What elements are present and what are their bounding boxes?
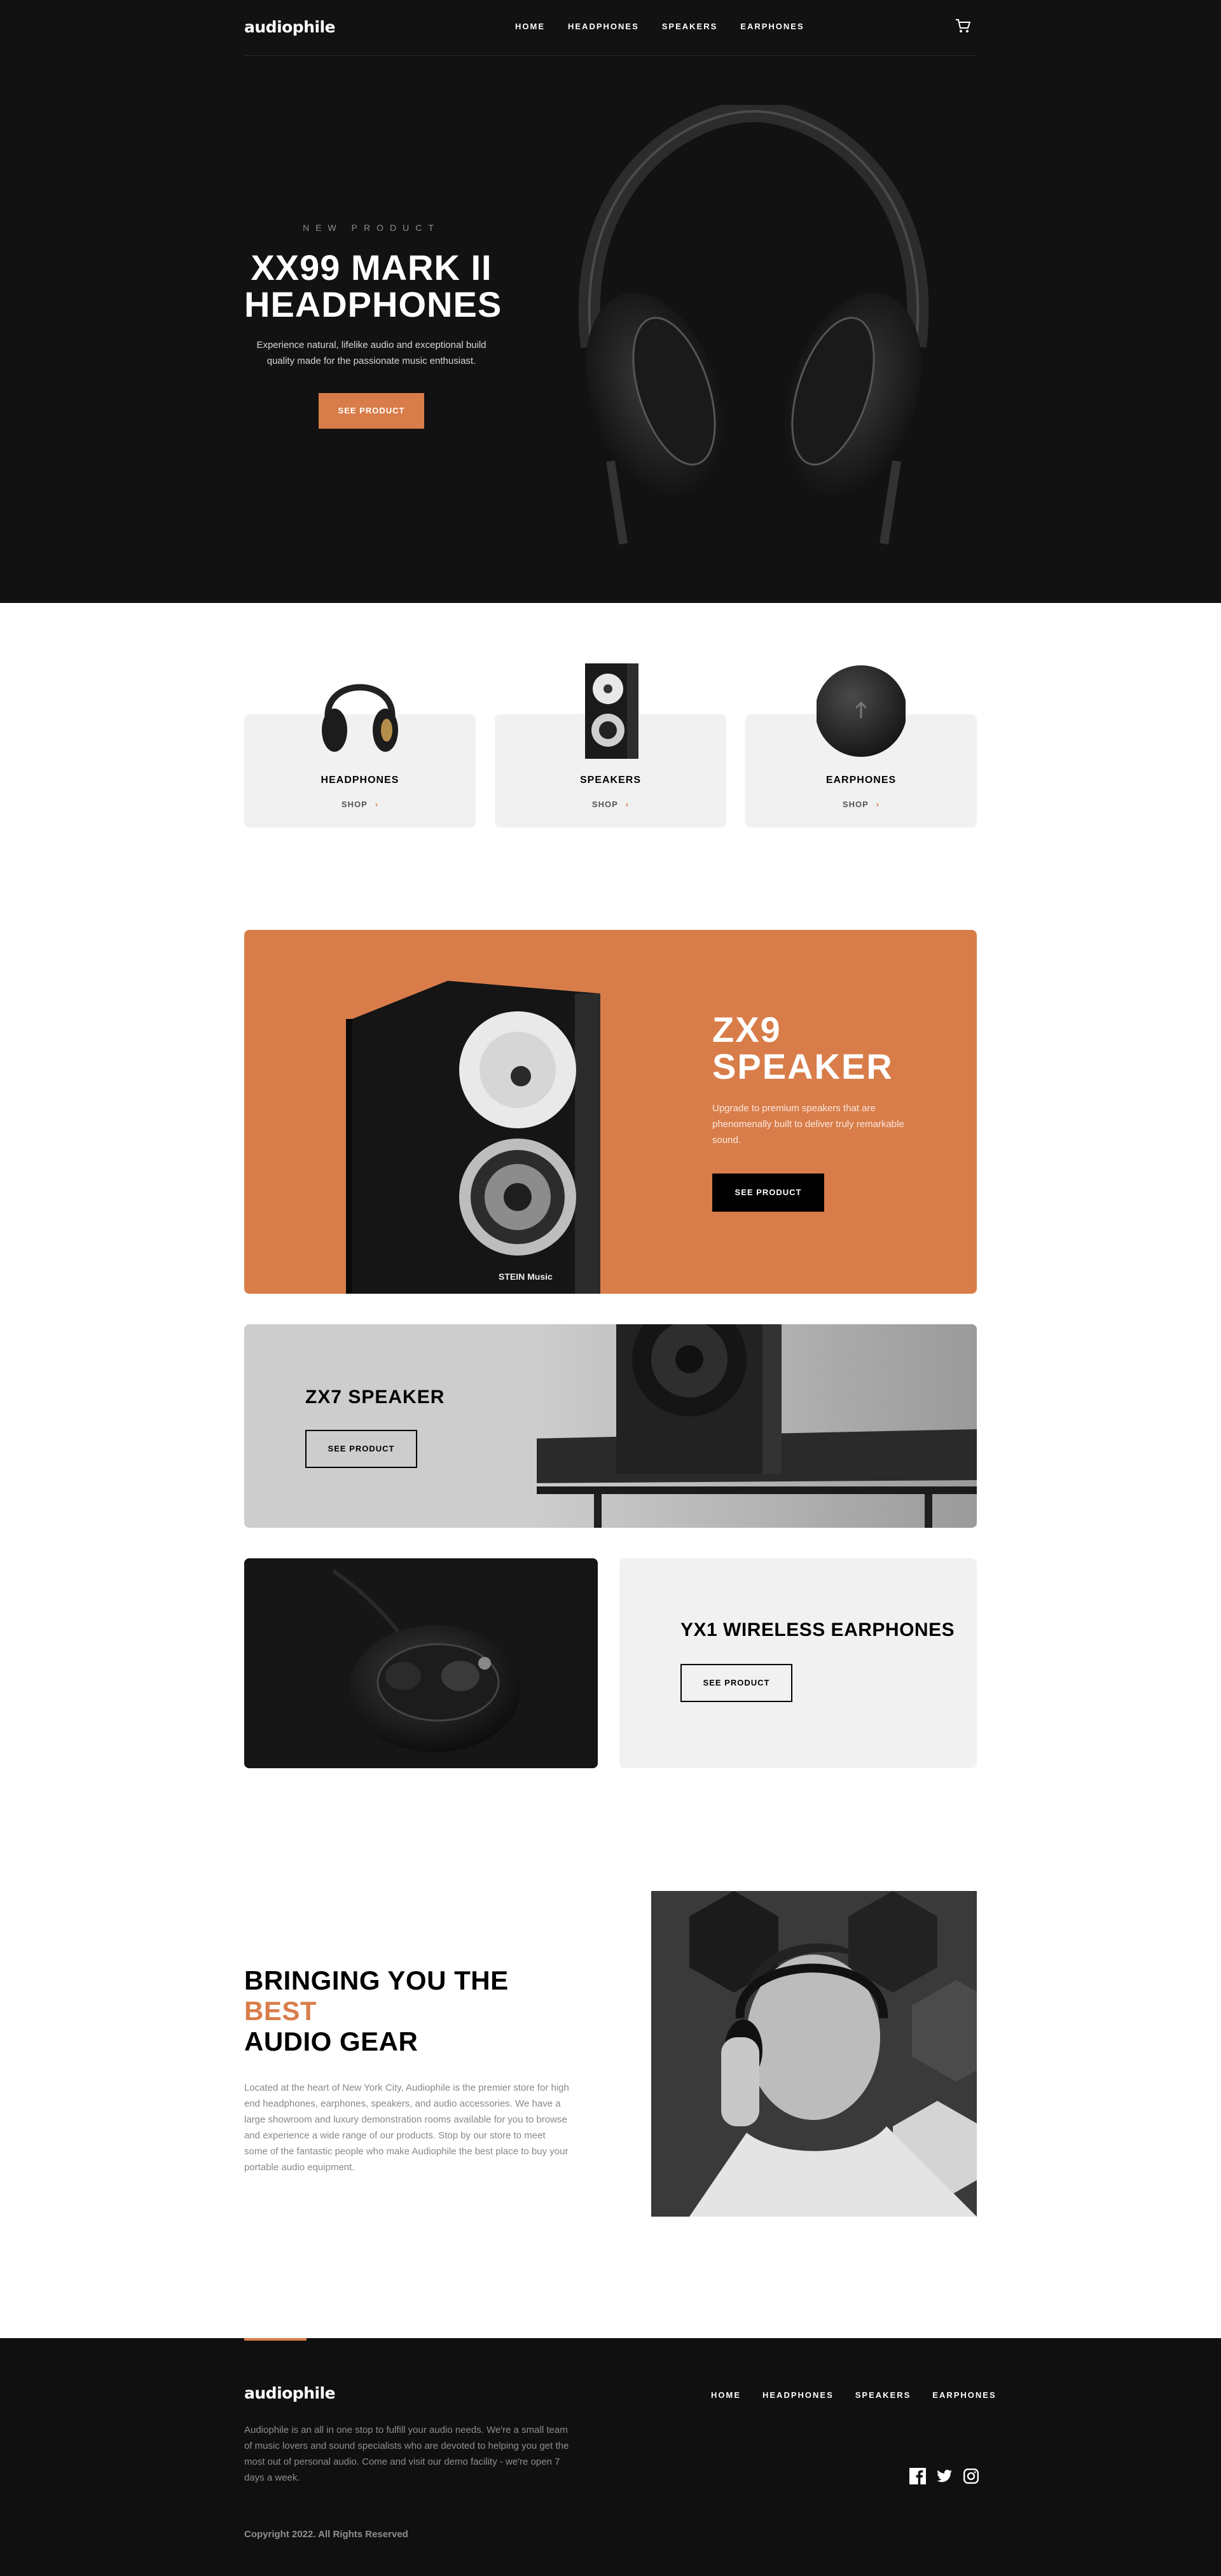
twitter-icon[interactable] — [936, 2468, 953, 2484]
chevron-right-icon: › — [375, 800, 379, 809]
zx7-feature-card: ZX7 SPEAKER SEE PRODUCT — [244, 1324, 977, 1528]
footer-nav-earphones[interactable]: EARPHONES — [932, 2390, 996, 2400]
shop-label: SHOP — [341, 800, 368, 809]
hero-title-line1: XX99 MARK II — [251, 247, 492, 287]
shop-label: SHOP — [842, 800, 869, 809]
footer-nav-headphones[interactable]: HEADPHONES — [762, 2390, 834, 2400]
about-section: BRINGING YOU THE BEST AUDIO GEAR Located… — [244, 1965, 575, 2175]
top-nav: audiophile HOME HEADPHONES SPEAKERS EARP… — [244, 0, 977, 56]
footer-nav-speakers[interactable]: SPEAKERS — [855, 2390, 911, 2400]
footer-description: Audiophile is an all in one stop to fulf… — [244, 2425, 569, 2483]
about-photo-graphic — [651, 1891, 977, 2217]
about-title: BRINGING YOU THE BEST AUDIO GEAR — [244, 1965, 575, 2057]
footer: audiophile HOME HEADPHONES SPEAKERS EARP… — [0, 2338, 1221, 2576]
headphones-hero-image — [578, 105, 929, 545]
man-with-headphones-photo — [651, 1891, 977, 2217]
hero-title-line2: HEADPHONES — [244, 284, 502, 324]
zx9-title-line2: SPEAKER — [712, 1046, 893, 1086]
earphones-thumbnail — [817, 665, 906, 757]
yx1-earphones-graphic — [244, 1558, 598, 1768]
yx1-title: YX1 WIRELESS EARPHONES — [680, 1619, 955, 1640]
category-name: EARPHONES — [825, 775, 897, 786]
footer-nav: HOME HEADPHONES SPEAKERS EARPHONES — [711, 2390, 997, 2400]
hero-overline: NEW PRODUCT — [303, 223, 440, 233]
nav-links: HOME HEADPHONES SPEAKERS EARPHONES — [515, 22, 804, 31]
category-card-headphones[interactable]: HEADPHONES SHOP › — [244, 684, 476, 828]
chevron-right-icon: › — [625, 800, 630, 809]
facebook-icon[interactable] — [909, 2468, 926, 2484]
zx9-feature-card: STEIN Music ZX9 SPEAKER Upgrade to premi… — [244, 930, 977, 1294]
nav-earphones[interactable]: EARPHONES — [740, 22, 804, 31]
category-shop-link[interactable]: SHOP › — [495, 800, 726, 809]
about-description: Located at the heart of New York City, A… — [244, 2082, 569, 2173]
nav-home[interactable]: HOME — [515, 22, 545, 31]
hero-description: Experience natural, lifelike audio and e… — [256, 340, 486, 366]
about-title-part1: BRINGING YOU THE — [244, 1965, 509, 1995]
cart-icon[interactable] — [955, 19, 970, 33]
footer-nav-home[interactable]: HOME — [711, 2390, 741, 2400]
yx1-see-product-button[interactable]: SEE PRODUCT — [680, 1664, 792, 1702]
chevron-right-icon: › — [876, 800, 880, 809]
category-shop-link[interactable]: SHOP › — [244, 800, 476, 809]
headphones-thumbnail — [322, 684, 398, 752]
zx7-see-product-button[interactable]: SEE PRODUCT — [305, 1430, 417, 1468]
shop-label: SHOP — [591, 800, 618, 809]
category-card-speakers[interactable]: SPEAKERS SHOP › — [495, 663, 726, 828]
hero-text: NEW PRODUCT XX99 MARK II HEADPHONES Expe… — [244, 223, 502, 429]
zx9-speaker-image: STEIN Music — [346, 981, 600, 1294]
zx7-title: ZX7 SPEAKER — [305, 1387, 445, 1408]
zx9-title: ZX9 SPEAKER — [712, 1011, 941, 1085]
category-shop-link[interactable]: SHOP › — [745, 800, 977, 809]
category-name: HEADPHONES — [321, 775, 399, 786]
footer-accent-bar — [244, 2338, 307, 2341]
speaker-thumbnail — [585, 663, 638, 759]
about-title-highlight: BEST — [244, 1996, 317, 2026]
nav-headphones[interactable]: HEADPHONES — [568, 22, 639, 31]
yx1-feature-card: YX1 WIRELESS EARPHONES SEE PRODUCT — [619, 1558, 977, 1768]
hero-section: audiophile HOME HEADPHONES SPEAKERS EARP… — [0, 0, 1221, 603]
zx9-text: ZX9 SPEAKER Upgrade to premium speakers … — [712, 1011, 941, 1212]
category-name: SPEAKERS — [579, 775, 642, 786]
hero-title: XX99 MARK II HEADPHONES — [244, 247, 502, 324]
nav-speakers[interactable]: SPEAKERS — [662, 22, 718, 31]
zx9-brand-mark: STEIN Music — [499, 1271, 553, 1282]
zx7-speaker-image — [537, 1324, 977, 1528]
hero-see-product-button[interactable]: SEE PRODUCT — [319, 393, 424, 429]
yx1-earphones-image — [244, 1558, 598, 1768]
logo[interactable]: audiophile — [244, 18, 336, 36]
about-title-part2: AUDIO GEAR — [244, 2026, 418, 2056]
zx9-title-line1: ZX9 — [712, 1009, 782, 1049]
category-card-earphones[interactable]: EARPHONES SHOP › — [745, 665, 977, 828]
zx9-see-product-button[interactable]: SEE PRODUCT — [712, 1174, 824, 1212]
footer-logo[interactable]: audiophile — [244, 2384, 336, 2402]
copyright: Copyright 2022. All Rights Reserved — [244, 2529, 408, 2540]
social-links — [909, 2468, 979, 2484]
instagram-icon[interactable] — [963, 2468, 979, 2484]
zx9-description: Upgrade to premium speakers that are phe… — [712, 1103, 904, 1146]
